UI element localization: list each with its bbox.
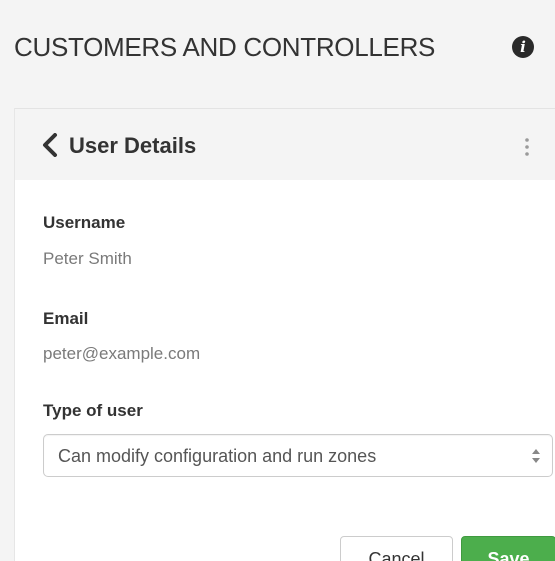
user-type-select[interactable]: Can modify configuration and run zones bbox=[43, 434, 553, 477]
panel-title: User Details bbox=[69, 133, 197, 158]
page-title: CUSTOMERS AND CONTROLLERS bbox=[14, 32, 436, 62]
email-value: peter@example.com bbox=[43, 344, 201, 363]
info-icon[interactable]: i bbox=[512, 36, 534, 58]
user-type-selected-value: Can modify configuration and run zones bbox=[58, 446, 377, 466]
save-button[interactable]: Save bbox=[461, 536, 555, 561]
kebab-menu-icon[interactable] bbox=[523, 137, 531, 157]
user-type-label: Type of user bbox=[43, 401, 143, 420]
select-arrows-icon bbox=[532, 449, 540, 463]
chevron-left-icon[interactable] bbox=[41, 133, 59, 157]
user-details-panel: User Details Username Peter Smith Email … bbox=[14, 108, 555, 561]
page: CUSTOMERS AND CONTROLLERS i User Details… bbox=[0, 0, 555, 561]
section-header: CUSTOMERS AND CONTROLLERS i bbox=[0, 0, 555, 100]
panel-heading: User Details bbox=[15, 108, 555, 180]
cancel-button[interactable]: Cancel bbox=[340, 536, 453, 561]
username-label: Username bbox=[43, 213, 126, 232]
email-label: Email bbox=[43, 309, 89, 328]
username-value: Peter Smith bbox=[43, 249, 132, 268]
